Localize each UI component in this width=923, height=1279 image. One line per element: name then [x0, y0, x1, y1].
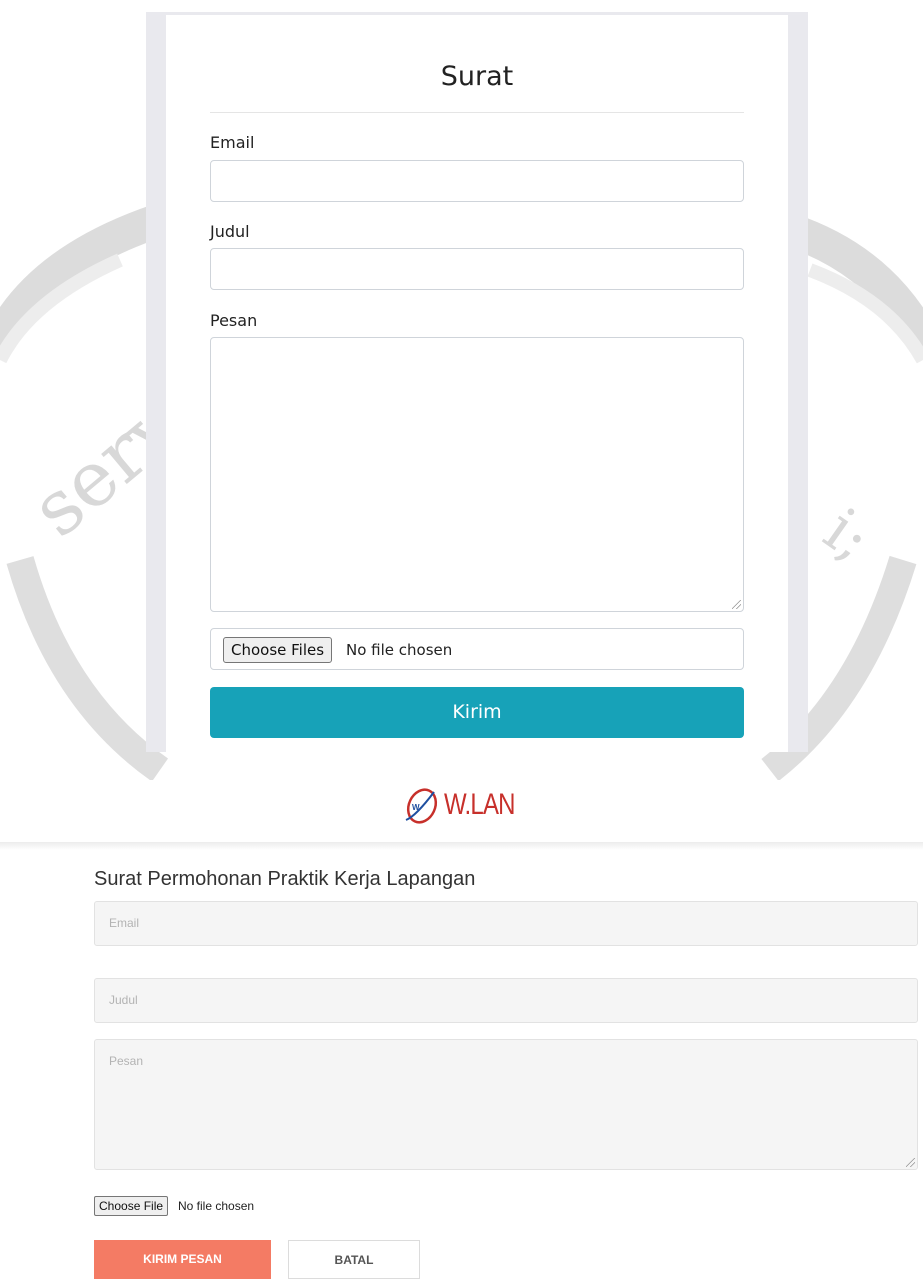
- resize-grip-icon[interactable]: [906, 1158, 915, 1167]
- kirim-pesan-button[interactable]: KIRIM PESAN: [94, 1240, 271, 1279]
- pesan-textarea[interactable]: [210, 337, 744, 612]
- judul-field[interactable]: Judul: [94, 978, 918, 1023]
- email-field[interactable]: Email: [94, 901, 918, 946]
- judul-label: Judul: [210, 222, 250, 241]
- choose-file-button[interactable]: Choose File: [94, 1196, 169, 1216]
- header-shadow: [0, 842, 923, 850]
- svg-text:i;: i;: [811, 495, 883, 575]
- pesan-field[interactable]: Pesan: [94, 1039, 918, 1170]
- file-status-text: No file chosen: [346, 641, 453, 659]
- title-divider: [210, 112, 744, 113]
- wlan-logo-icon: W: [405, 788, 438, 824]
- surat-form-panel: Surat Email Judul Pesan Choose Files No …: [166, 15, 788, 752]
- permohonan-title: Surat Permohonan Praktik Kerja Lapangan: [94, 868, 476, 890]
- form-title: Surat: [440, 61, 514, 92]
- judul-placeholder: Judul: [109, 993, 138, 1007]
- pesan-label: Pesan: [210, 311, 258, 330]
- kirim-button[interactable]: Kirim: [210, 687, 744, 738]
- judul-input[interactable]: [210, 248, 744, 290]
- file-upload-field: Choose Files No file chosen: [210, 628, 744, 670]
- email-input[interactable]: [210, 160, 744, 202]
- svg-text:W: W: [412, 803, 420, 812]
- file-status-text: No file chosen: [178, 1199, 255, 1213]
- email-label: Email: [210, 133, 255, 152]
- pesan-placeholder: Pesan: [109, 1054, 144, 1068]
- resize-grip-icon[interactable]: [732, 600, 741, 609]
- wlan-logo-text: W.LAN: [444, 788, 515, 821]
- choose-files-button[interactable]: Choose Files: [223, 637, 333, 663]
- wlan-logo: W W.LAN: [400, 786, 550, 828]
- email-placeholder: Email: [109, 916, 140, 930]
- batal-button[interactable]: BATAL: [288, 1240, 420, 1279]
